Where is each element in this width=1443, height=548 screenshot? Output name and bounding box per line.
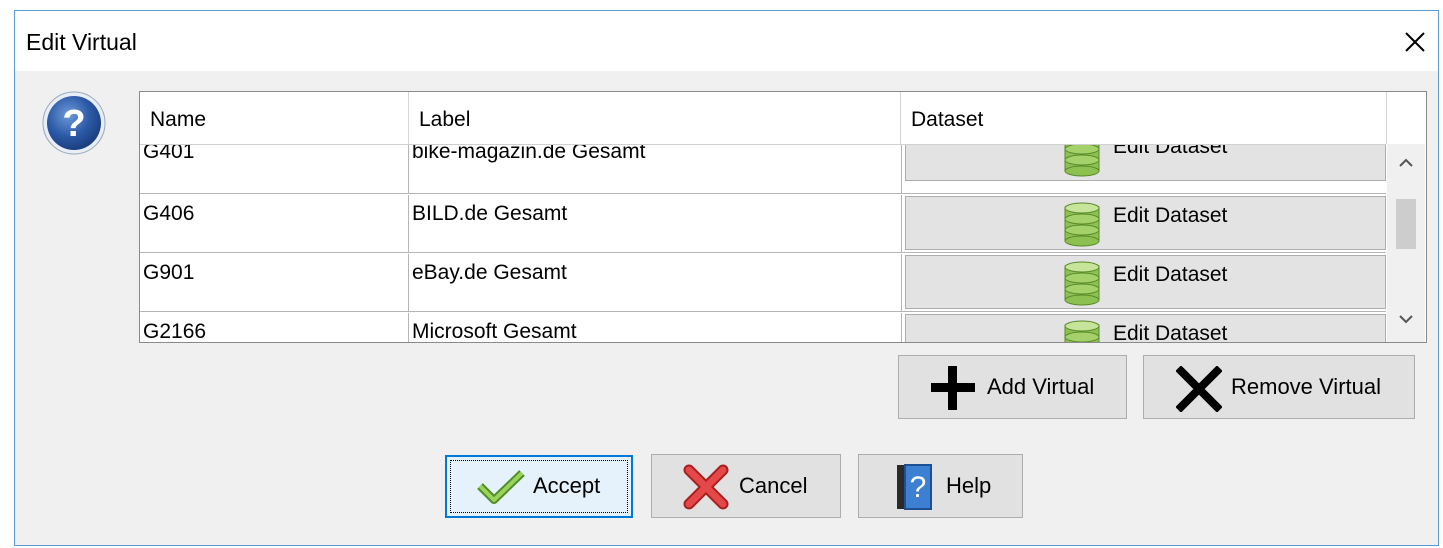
name-cell[interactable]: G2166 <box>140 313 409 342</box>
accept-button[interactable]: Accept <box>445 455 633 518</box>
window-title: Edit Virtual <box>26 29 137 55</box>
name-cell[interactable]: G406 <box>140 195 409 253</box>
edit-virtual-dialog: Edit Virtual ? Name Label Dataset G401 b… <box>14 10 1439 546</box>
table-row[interactable]: G401 bike-magazin.de Gesamt Edit Dataset <box>140 144 1386 195</box>
name-cell[interactable]: G901 <box>140 254 409 312</box>
label-cell[interactable]: eBay.de Gesamt <box>409 254 902 312</box>
name-cell[interactable]: G401 <box>140 144 409 194</box>
title-bar: Edit Virtual <box>15 11 1438 71</box>
cancel-button[interactable]: Cancel <box>651 454 841 518</box>
close-button[interactable] <box>1392 11 1438 71</box>
dataset-cell: Edit Dataset <box>902 144 1386 194</box>
svg-text:?: ? <box>910 471 927 504</box>
remove-virtual-button[interactable]: Remove Virtual <box>1143 355 1415 419</box>
add-virtual-button[interactable]: Add Virtual <box>898 355 1127 419</box>
database-icon <box>1064 261 1100 306</box>
table-scrollbar[interactable] <box>1387 144 1425 342</box>
table-body: G401 bike-magazin.de Gesamt Edit Dataset <box>140 144 1386 342</box>
edit-dataset-button[interactable]: Edit Dataset <box>905 255 1386 309</box>
help-label: Help <box>946 473 992 498</box>
remove-virtual-label: Remove Virtual <box>1231 374 1381 399</box>
scroll-up-button[interactable] <box>1387 144 1425 180</box>
virtuals-table: Name Label Dataset G401 bike-magazin.de … <box>139 91 1427 343</box>
question-icon: ? <box>42 91 106 155</box>
dataset-cell: Edit Dataset <box>902 313 1386 342</box>
database-icon <box>1064 320 1100 342</box>
dataset-cell: Edit Dataset <box>902 254 1386 312</box>
label-cell[interactable]: BILD.de Gesamt <box>409 195 902 253</box>
edit-dataset-label: Edit Dataset <box>1113 144 1228 158</box>
edit-dataset-label: Edit Dataset <box>1113 322 1228 342</box>
column-header-label[interactable]: Label <box>409 92 901 144</box>
edit-dataset-label: Edit Dataset <box>1113 204 1228 227</box>
chevron-up-icon <box>1399 158 1413 167</box>
edit-dataset-button[interactable]: Edit Dataset <box>905 196 1386 250</box>
x-icon <box>1176 366 1222 412</box>
scroll-down-button[interactable] <box>1387 306 1425 342</box>
database-icon <box>1064 202 1100 247</box>
table-row[interactable]: G2166 Microsoft Gesamt Edit Dataset <box>140 313 1386 342</box>
plus-icon <box>931 366 975 410</box>
column-header-dataset[interactable]: Dataset <box>901 92 1387 144</box>
close-icon <box>1405 32 1425 52</box>
add-virtual-label: Add Virtual <box>987 374 1095 399</box>
help-book-icon: ? <box>897 464 932 510</box>
red-x-icon <box>683 464 729 510</box>
database-icon <box>1064 144 1100 177</box>
table-header: Name Label Dataset <box>140 92 1387 145</box>
scroll-thumb[interactable] <box>1396 199 1416 249</box>
chevron-down-icon <box>1399 315 1413 324</box>
column-header-name[interactable]: Name <box>140 92 409 144</box>
help-button[interactable]: ? Help <box>858 454 1023 518</box>
table-row[interactable]: G901 eBay.de Gesamt Edit Dataset <box>140 254 1386 313</box>
edit-dataset-button[interactable]: Edit Dataset <box>905 144 1386 181</box>
checkmark-icon <box>477 470 525 504</box>
edit-dataset-label: Edit Dataset <box>1113 263 1228 286</box>
svg-text:?: ? <box>62 103 85 145</box>
label-cell[interactable]: bike-magazin.de Gesamt <box>409 144 902 194</box>
cancel-label: Cancel <box>739 473 808 498</box>
edit-dataset-button[interactable]: Edit Dataset <box>905 314 1386 342</box>
dataset-cell: Edit Dataset <box>902 195 1386 253</box>
table-row[interactable]: G406 BILD.de Gesamt Edit Dataset <box>140 195 1386 254</box>
accept-label: Accept <box>533 473 601 498</box>
label-cell[interactable]: Microsoft Gesamt <box>409 313 902 342</box>
